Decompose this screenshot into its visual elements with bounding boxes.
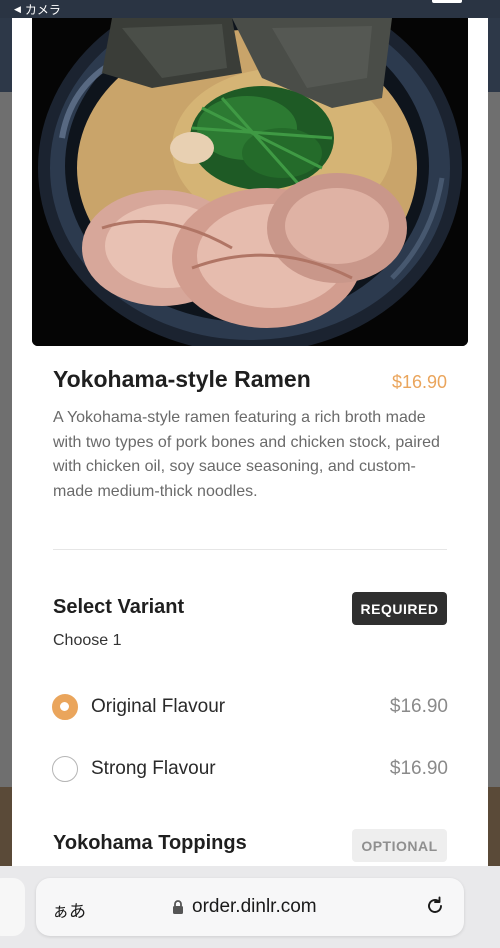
dish-description: A Yokohama-style ramen featuring a rich … bbox=[53, 409, 440, 500]
lock-icon bbox=[173, 900, 183, 914]
variant-option-label: Strong Flavour bbox=[91, 758, 216, 779]
variant-option-price: $16.90 bbox=[389, 758, 448, 779]
ramen-bowl-illustration bbox=[32, 18, 468, 346]
url-text[interactable]: order.dinlr.com bbox=[192, 896, 317, 918]
status-bar: ◀ カメラ bbox=[0, 0, 500, 18]
toppings-section-title: Yokohama Toppings bbox=[53, 832, 247, 854]
radio-selected-icon[interactable] bbox=[52, 694, 78, 720]
battery-icon bbox=[432, 0, 462, 3]
address-bar[interactable]: ぁあ order.dinlr.com bbox=[36, 878, 464, 936]
item-detail-modal: Yokohama-style Ramen $16.90 A Yokohama-s… bbox=[12, 18, 488, 898]
optional-badge: OPTIONAL bbox=[352, 829, 447, 862]
dish-photo bbox=[32, 18, 468, 346]
reload-icon[interactable] bbox=[424, 895, 446, 917]
variant-option-strong[interactable]: Strong Flavour $16.90 bbox=[52, 749, 448, 789]
back-to-app-label[interactable]: カメラ bbox=[25, 1, 61, 18]
required-badge: REQUIRED bbox=[352, 592, 447, 625]
variant-option-original[interactable]: Original Flavour $16.90 bbox=[52, 687, 448, 727]
variant-option-label: Original Flavour bbox=[91, 696, 226, 717]
section-divider bbox=[53, 549, 447, 550]
choose-hint: Choose 1 bbox=[53, 632, 122, 649]
radio-unselected-icon[interactable] bbox=[52, 756, 78, 782]
dish-title: Yokohama-style Ramen bbox=[53, 366, 311, 392]
back-arrow-icon[interactable]: ◀ bbox=[14, 4, 21, 15]
variant-option-price: $16.90 bbox=[389, 696, 448, 717]
dish-price: $16.90 bbox=[391, 372, 447, 392]
previous-tab-preview[interactable] bbox=[0, 878, 25, 936]
text-size-button[interactable]: ぁあ bbox=[52, 897, 86, 922]
browser-toolbar: ぁあ order.dinlr.com bbox=[0, 866, 500, 948]
variant-section-title: Select Variant bbox=[53, 596, 185, 618]
